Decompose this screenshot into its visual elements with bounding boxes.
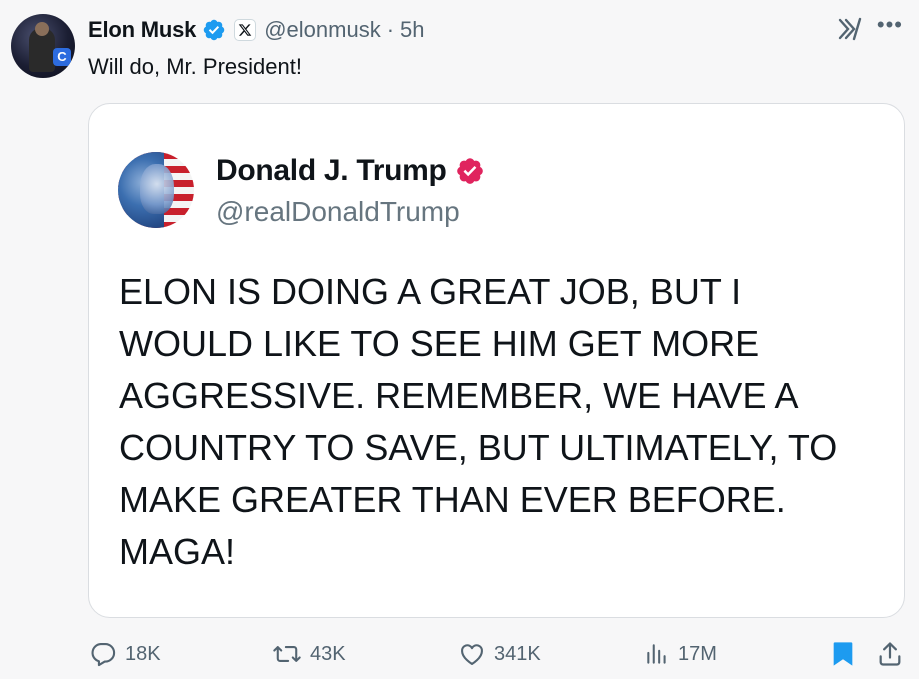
repost-icon xyxy=(273,646,301,662)
quoted-author-name[interactable]: Donald J. Trump xyxy=(216,154,447,188)
post-action-bar: 18K 43K 341K 17M xyxy=(0,637,919,671)
meta-separator: · xyxy=(386,17,395,42)
views-icon xyxy=(647,644,666,664)
reply-count: 18K xyxy=(125,642,161,665)
share-icon xyxy=(879,642,901,666)
quoted-body-line: AGGRESSIVE. REMEMBER, WE HAVE A xyxy=(119,375,799,416)
quoted-body-line: WOULD LIKE TO SEE HIM GET MORE xyxy=(119,323,760,364)
quoted-body-line: MAKE GREATER THAN EVER BEFORE. xyxy=(119,479,786,520)
quoted-post-body: ELON IS DOING A GREAT JOB, BUT I WOULD L… xyxy=(119,266,889,578)
bookmark-icon xyxy=(833,642,853,666)
quoted-post-header: Donald J. Trump xyxy=(216,154,485,188)
quoted-body-line: ELON IS DOING A GREAT JOB, BUT I xyxy=(119,271,742,312)
bookmark-button[interactable] xyxy=(831,637,855,671)
author-name[interactable]: Elon Musk xyxy=(88,17,196,43)
avatar-figure-head xyxy=(35,22,49,36)
verified-badge-icon xyxy=(456,158,483,184)
views-count: 17M xyxy=(678,642,717,665)
share-button[interactable] xyxy=(876,637,904,671)
post-header: Elon Musk @elonmusk · 5h xyxy=(88,14,425,46)
reply-icon xyxy=(91,643,116,667)
quoted-body-line: COUNTRY TO SAVE, BUT ULTIMATELY, TO xyxy=(119,427,838,468)
avatar-portrait xyxy=(140,164,174,214)
repost-button[interactable]: 43K xyxy=(272,637,346,671)
author-avatar[interactable]: C xyxy=(11,14,75,78)
post-time[interactable]: 5h xyxy=(400,17,424,43)
more-icon[interactable]: ••• xyxy=(877,14,903,36)
views-button[interactable]: 17M xyxy=(644,637,717,671)
repost-count: 43K xyxy=(310,642,346,665)
x-logo-glyph xyxy=(238,24,252,36)
post-top-actions: ••• xyxy=(837,14,903,42)
quoted-body-line: MAGA! xyxy=(119,531,236,572)
like-count: 341K xyxy=(494,642,541,665)
like-button[interactable]: 341K xyxy=(458,637,541,671)
quoted-post-card[interactable]: Donald J. Trump @realDonaldTrump ELON IS… xyxy=(88,103,905,618)
post-text: Will do, Mr. President! xyxy=(88,54,302,79)
like-icon xyxy=(461,644,483,665)
verified-badge-icon xyxy=(203,19,225,41)
author-handle[interactable]: @elonmusk xyxy=(264,17,381,43)
x-logo-icon[interactable] xyxy=(234,19,257,41)
quoted-author-avatar[interactable] xyxy=(118,152,194,228)
avatar-badge: C xyxy=(53,48,71,66)
reply-button[interactable]: 18K xyxy=(89,637,161,671)
quoted-author-handle[interactable]: @realDonaldTrump xyxy=(216,196,460,228)
grok-icon[interactable] xyxy=(837,16,863,42)
